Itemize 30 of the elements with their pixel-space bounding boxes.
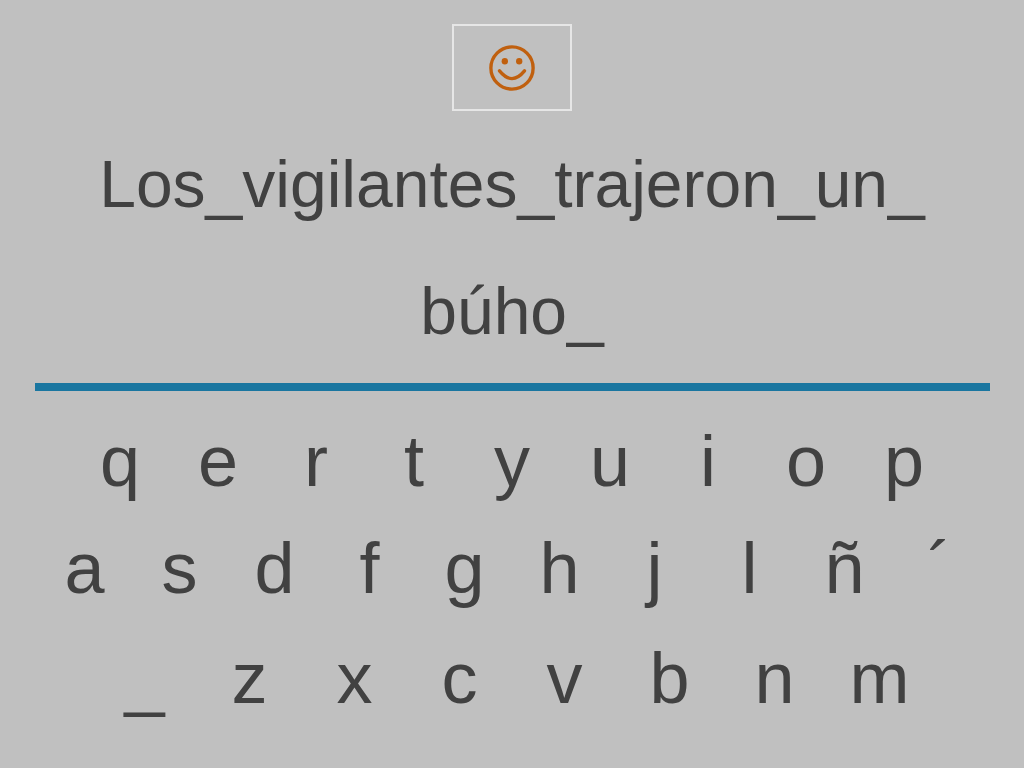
letter-key[interactable]: b: [617, 623, 722, 733]
letter-key[interactable]: l: [702, 513, 797, 623]
letter-key[interactable]: e: [169, 409, 267, 513]
letter-key[interactable]: x: [302, 623, 407, 733]
letter-key[interactable]: r: [267, 409, 365, 513]
letter-key[interactable]: h: [512, 513, 607, 623]
letter-key[interactable]: v: [512, 623, 617, 733]
letter-key[interactable]: m: [827, 623, 932, 733]
letter-key[interactable]: q: [71, 409, 169, 513]
letter-key[interactable]: g: [417, 513, 512, 623]
letter-key[interactable]: u: [561, 409, 659, 513]
letter-key[interactable]: _: [92, 623, 197, 733]
sentence-text: Los_vigilantes_trajeron_un_: [99, 146, 925, 223]
letter-key[interactable]: t: [365, 409, 463, 513]
letter-key[interactable]: o: [757, 409, 855, 513]
letter-key[interactable]: f: [322, 513, 417, 623]
letter-key[interactable]: ´: [892, 513, 987, 623]
letter-key[interactable]: i: [659, 409, 757, 513]
letter-key[interactable]: z: [197, 623, 302, 733]
letter-key[interactable]: y: [463, 409, 561, 513]
letter-key[interactable]: p: [855, 409, 953, 513]
letter-key[interactable]: a: [37, 513, 132, 623]
letter-key[interactable]: j: [607, 513, 702, 623]
letter-key[interactable]: s: [132, 513, 227, 623]
letter-key[interactable]: n: [722, 623, 827, 733]
letter-key[interactable]: ñ: [797, 513, 892, 623]
letter-key[interactable]: d: [227, 513, 322, 623]
letter-key[interactable]: c: [407, 623, 512, 733]
sentence-text: búho_: [420, 273, 604, 350]
smiley-icon: [488, 43, 536, 92]
